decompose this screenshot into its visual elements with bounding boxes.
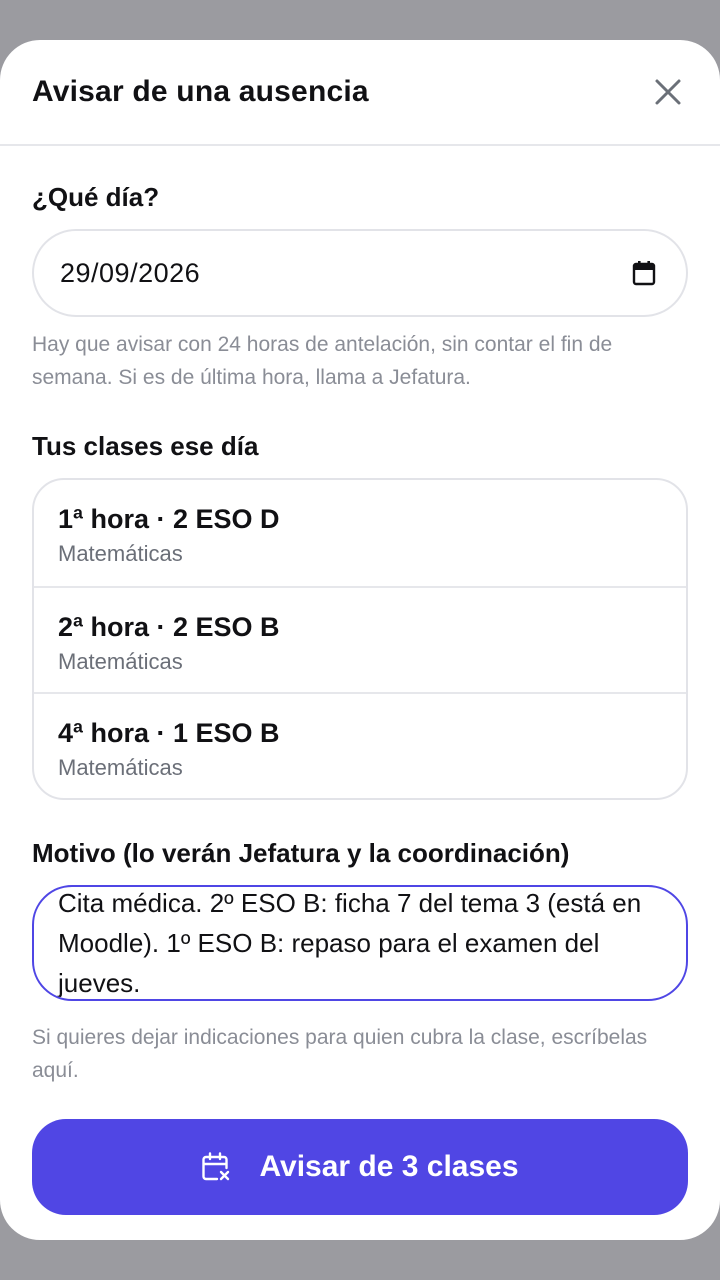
date-label: ¿Qué día? [32,182,160,212]
reason-text: Cita médica. 2º ESO B: ficha 7 del tema … [58,888,642,998]
date-hint: Hay que avisar con 24 horas de antelació… [32,333,613,389]
close-icon [654,78,682,106]
calendar-x-icon [201,1151,231,1183]
date-value: 29/09/2026 [60,257,201,288]
class-list: 1ª hora · 2 ESO D Matemáticas 2ª hora · … [32,478,688,800]
resize-handle-icon[interactable] [673,986,683,996]
calendar-icon[interactable] [632,260,656,286]
modal-header: Avisar de una ausencia [0,40,720,146]
classes-label: Tus clases ese día [32,431,259,461]
date-input[interactable]: 29/09/2026 [32,229,688,317]
reason-textarea[interactable]: Cita médica. 2º ESO B: ficha 7 del tema … [32,885,688,1001]
class-title: 4ª hora · 1 ESO B [58,718,280,748]
submit-label: Avisar de 3 clases [259,1150,519,1183]
class-subject: Matemáticas [58,649,183,674]
modal-title: Avisar de una ausencia [32,75,369,108]
reason-hint: Si quieres dejar indicaciones para quien… [32,1026,648,1082]
close-button[interactable] [640,64,696,120]
class-subject: Matemáticas [58,755,183,780]
reason-label: Motivo (lo verán Jefatura y la coordinac… [32,838,570,868]
modal-body: ¿Qué día? 29/09/2026 Hay que avisar con … [0,182,720,1215]
class-item: 4ª hora · 1 ESO B Matemáticas [34,692,686,798]
class-subject: Matemáticas [58,541,183,566]
class-title: 2ª hora · 2 ESO B [58,612,280,642]
absence-modal: Avisar de una ausencia ¿Qué día? 29/09/2… [0,40,720,1240]
class-title: 1ª hora · 2 ESO D [58,504,280,534]
class-item: 2ª hora · 2 ESO B Matemáticas [34,586,686,692]
submit-button[interactable]: Avisar de 3 clases [32,1119,688,1215]
class-item: 1ª hora · 2 ESO D Matemáticas [34,480,686,586]
